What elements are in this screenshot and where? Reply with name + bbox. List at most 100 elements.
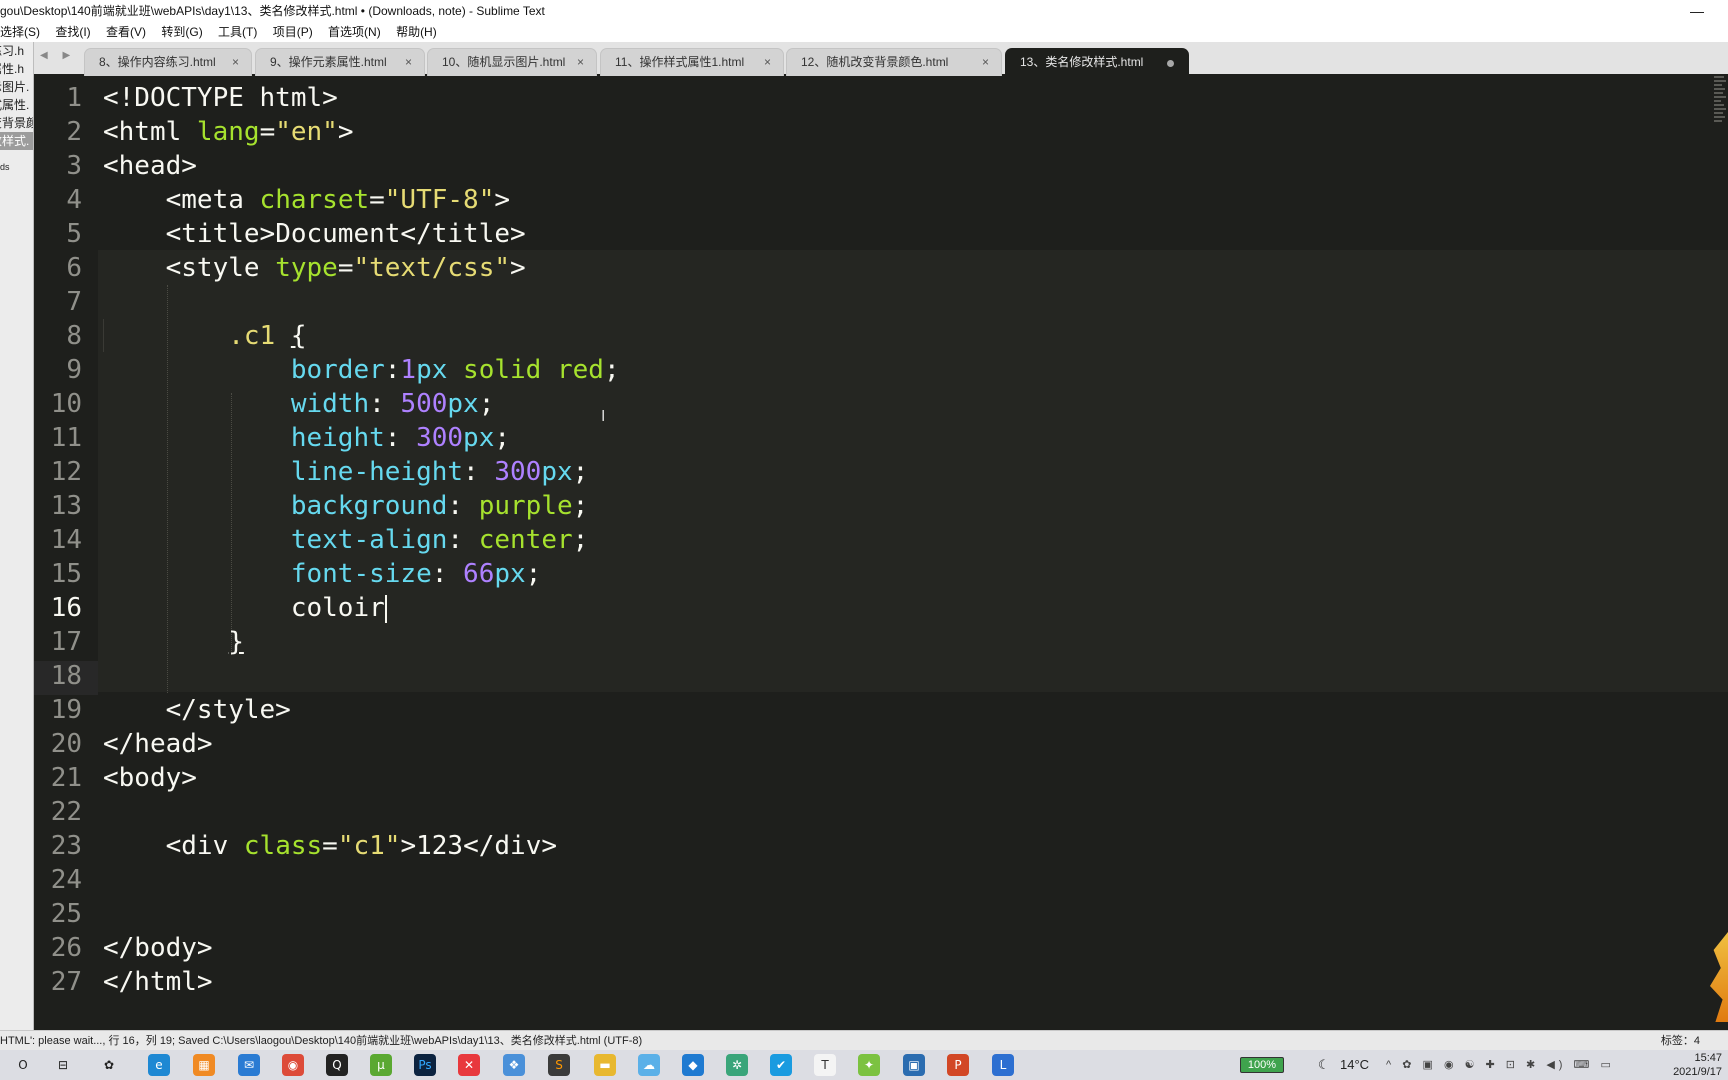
code-token: </html> (103, 967, 213, 997)
menu-project[interactable]: 项目(P) (273, 22, 313, 42)
tab-file-11[interactable]: 11、操作样式属性1.html × (600, 48, 784, 76)
code-line[interactable]: <head> (103, 149, 620, 183)
tab-close-icon[interactable]: × (577, 49, 584, 75)
menu-tools[interactable]: 工具(T) (218, 22, 257, 42)
code-line[interactable]: font-size: 66px; (103, 557, 620, 591)
menu-view[interactable]: 查看(V) (106, 22, 146, 42)
sidebar-file-item[interactable]: 示图片. (0, 78, 33, 96)
tab-nav-arrows-icon[interactable]: ◀ ▶ (40, 50, 76, 61)
weather-temperature[interactable]: 14°C (1340, 1050, 1369, 1080)
code-token: px (463, 423, 495, 453)
code-line[interactable] (103, 285, 620, 319)
code-line[interactable]: border:1px solid red; (103, 353, 620, 387)
sidebar-file-item[interactable]: 变背景颜 (0, 114, 33, 132)
sidebar-file-item[interactable]: 属性.h (0, 60, 33, 78)
code-content[interactable]: <!DOCTYPE html> <html lang="en"> <head> <m… (103, 81, 620, 999)
qq-icon[interactable]: Q (326, 1054, 348, 1076)
tab-file-13-active[interactable]: 13、类名修改样式.html (1005, 48, 1189, 76)
sidebar-file-item-selected[interactable]: 改样式. (0, 132, 33, 150)
app-l-icon[interactable]: L (992, 1054, 1014, 1076)
line-number: 3 (66, 151, 82, 181)
tab-close-icon[interactable]: × (764, 49, 771, 75)
code-line[interactable] (103, 795, 620, 829)
line-number: 10 (50, 389, 82, 419)
code-line[interactable]: background: purple; (103, 489, 620, 523)
code-line[interactable]: .c1 { (103, 319, 620, 353)
xmind-icon[interactable]: ✕ (458, 1054, 480, 1076)
code-line[interactable]: } (103, 625, 620, 659)
line-number-gutter: 1 2 3 4 5 6 7 8 9 10 11 12 13 14 15 16 17 18 19 20 21 22 23 24 2… (34, 81, 94, 999)
battery-indicator[interactable]: 100% (1240, 1057, 1284, 1073)
weather-moon-icon[interactable]: ☾ (1318, 1050, 1330, 1080)
code-line[interactable]: height: 300px; (103, 421, 620, 455)
app-gear-icon[interactable]: ✲ (726, 1054, 748, 1076)
code-token: </div> (463, 831, 557, 861)
code-token: </style> (103, 695, 291, 725)
code-line[interactable]: <div class="c1">123</div> (103, 829, 620, 863)
sublime-icon[interactable]: S (548, 1054, 570, 1076)
tab-file-10[interactable]: 10、随机显示图片.html × (427, 48, 597, 76)
system-clock[interactable]: 15:47 2021/9/17 (1673, 1051, 1722, 1079)
system-tray-icons[interactable]: ^ ✿ ▣ ◉ ☯ ✚ ⊡ ✱ ◀) ⌨ ▭ (1386, 1050, 1615, 1080)
code-line[interactable] (103, 897, 620, 931)
tab-close-icon[interactable]: × (232, 49, 239, 75)
utorrent-icon[interactable]: µ (370, 1054, 392, 1076)
menu-preferences[interactable]: 首选项(N) (328, 22, 381, 42)
code-line[interactable]: width: 500px; (103, 387, 620, 421)
game-icon[interactable]: ✿ (98, 1054, 120, 1076)
tab-close-icon[interactable]: × (405, 49, 412, 75)
app-orange-icon[interactable]: ▦ (193, 1054, 215, 1076)
folder-icon[interactable]: ▬ (594, 1054, 616, 1076)
minimap[interactable] (1714, 76, 1728, 136)
app-check-icon[interactable]: ✔ (770, 1054, 792, 1076)
code-line[interactable]: line-height: 300px; (103, 455, 620, 489)
tab-file-8[interactable]: 8、操作内容练习.html × (84, 48, 252, 76)
code-line[interactable] (103, 863, 620, 897)
code-line[interactable]: <style type="text/css"> (103, 251, 620, 285)
code-line[interactable]: <title>Document</title> (103, 217, 620, 251)
code-line[interactable]: coloir (103, 591, 620, 625)
code-token: <title> (103, 219, 276, 249)
tab-close-icon[interactable]: × (982, 49, 989, 75)
sidebar-file-item[interactable]: 式属性. (0, 96, 33, 114)
sidebar-folder-item[interactable]: ds (0, 158, 33, 176)
menu-help[interactable]: 帮助(H) (396, 22, 437, 42)
powerpoint-icon[interactable]: P (947, 1054, 969, 1076)
sidebar-file-item[interactable]: 练习.h (0, 42, 33, 60)
mail-icon[interactable]: ✉ (238, 1054, 260, 1076)
tab-file-12[interactable]: 12、随机改变背景颜色.html × (786, 48, 1002, 76)
app-green-icon[interactable]: ✦ (858, 1054, 880, 1076)
menu-find[interactable]: 查找(I) (55, 22, 90, 42)
edge-icon[interactable]: e (148, 1054, 170, 1076)
minimize-button[interactable]: — (1690, 0, 1704, 22)
code-token: charset (259, 185, 370, 215)
chrome-icon[interactable]: ◉ (282, 1054, 304, 1076)
code-line[interactable]: <body> (103, 761, 620, 795)
code-line[interactable] (103, 659, 620, 693)
line-number: 26 (50, 933, 82, 963)
start-icon[interactable]: O (12, 1054, 34, 1076)
code-line[interactable]: text-align: center; (103, 523, 620, 557)
tab-file-9[interactable]: 9、操作元素属性.html × (255, 48, 425, 76)
photoshop-icon[interactable]: Ps (414, 1054, 436, 1076)
unsaved-dot-icon[interactable] (1167, 60, 1174, 67)
menu-select[interactable]: 选择(S) (0, 22, 40, 42)
code-line[interactable]: <html lang="en"> (103, 115, 620, 149)
weather-app-icon[interactable]: ☁ (638, 1054, 660, 1076)
code-line[interactable]: <meta charset="UTF-8"> (103, 183, 620, 217)
vscode-icon[interactable]: ◆ (682, 1054, 704, 1076)
code-line[interactable]: </head> (103, 727, 620, 761)
code-token: ; (478, 389, 495, 419)
code-line[interactable]: </html> (103, 965, 620, 999)
code-line[interactable]: </style> (103, 693, 620, 727)
menu-goto[interactable]: 转到(G) (161, 22, 202, 42)
typora-icon[interactable]: T (814, 1054, 836, 1076)
indent-setting[interactable]: 标签：4 (1661, 1031, 1700, 1051)
app-blue-icon[interactable]: ❖ (503, 1054, 525, 1076)
code-line[interactable]: </body> (103, 931, 620, 965)
code-editor[interactable]: 1 2 3 4 5 6 7 8 9 10 11 12 13 14 15 16 17 18 19 20 21 22 23 24 2… (34, 76, 1728, 1030)
task-view-icon[interactable]: ⊟ (52, 1054, 74, 1076)
code-line[interactable]: <!DOCTYPE html> (103, 81, 620, 115)
app-window-icon[interactable]: ▣ (903, 1054, 925, 1076)
